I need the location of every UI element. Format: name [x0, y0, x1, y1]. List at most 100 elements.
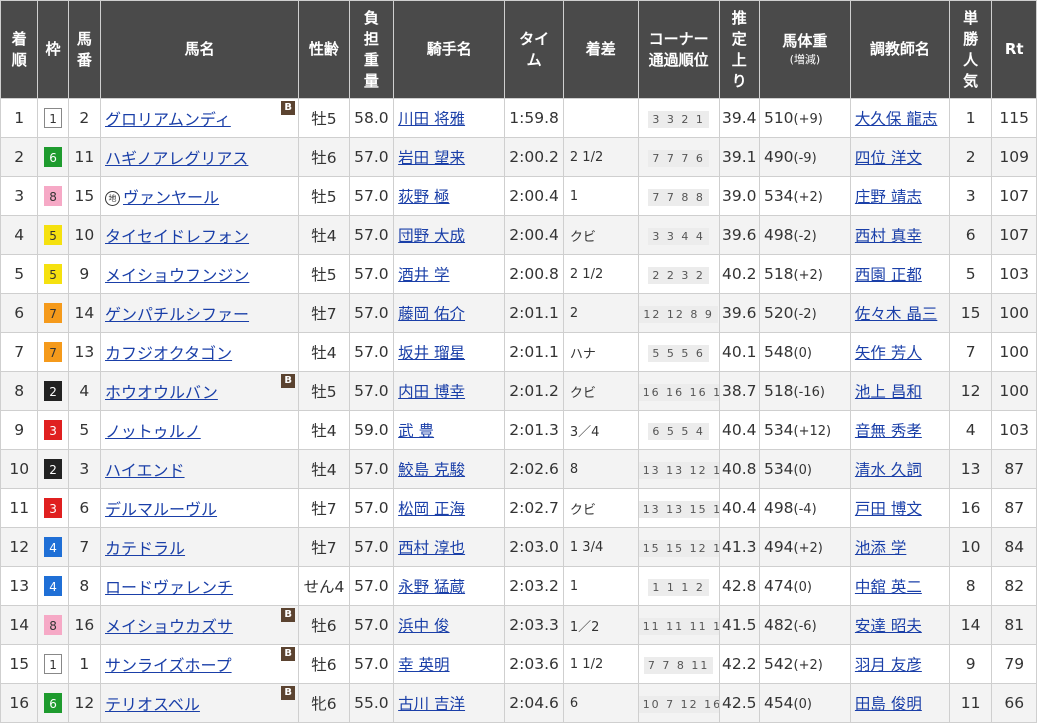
- trainer-link[interactable]: 音無 秀孝: [855, 422, 922, 440]
- waku-cell: 7: [37, 332, 69, 372]
- waku-badge: 7: [44, 342, 63, 362]
- jockey-link[interactable]: 酒井 学: [398, 266, 449, 284]
- jockey-link[interactable]: 永野 猛蔵: [398, 578, 465, 596]
- horse-name-link[interactable]: タイセイドレフォン: [105, 227, 249, 246]
- jockey-link[interactable]: 西村 淳也: [398, 539, 465, 557]
- rank-cell: 13: [0, 566, 39, 606]
- body-weight-cell: 498(-4): [758, 488, 851, 528]
- sex-age-cell: 牡4: [298, 410, 350, 450]
- jockey-link[interactable]: 内田 博幸: [398, 383, 465, 401]
- trainer-link[interactable]: 大久保 龍志: [855, 110, 937, 128]
- jockey-link[interactable]: 荻野 極: [398, 188, 449, 206]
- horse-name-link[interactable]: ゲンパチルシファー: [105, 305, 249, 324]
- jockey-link[interactable]: 川田 将雅: [398, 110, 465, 128]
- margin-cell: クビ: [562, 488, 639, 528]
- waku-badge: 7: [44, 303, 63, 323]
- table-row: 10 2 3 ハイエンド 牡4 57.0 鮫島 克駿 2:02.6 8 13 1…: [0, 449, 1037, 489]
- trainer-link[interactable]: 戸田 博文: [855, 500, 922, 518]
- horse-name-link[interactable]: テリオスベル: [105, 695, 200, 714]
- horse-name-link[interactable]: ヴァンヤール: [123, 188, 219, 207]
- jockey-link[interactable]: 幸 英明: [398, 656, 449, 674]
- horse-name-link[interactable]: メイショウカズサ: [105, 617, 233, 636]
- horse-name-link[interactable]: メイショウフンジン: [105, 266, 249, 285]
- trainer-cell: 矢作 芳人: [849, 332, 950, 372]
- table-row: 15 1 1 サンライズホープ B 牡6 57.0 幸 英明 2:03.6 1 1…: [0, 644, 1037, 684]
- waku-badge: 2: [44, 381, 63, 401]
- header-jockey: 騎手名: [393, 0, 506, 99]
- time-cell: 1:59.8: [504, 98, 564, 138]
- umaban-cell: 11: [67, 137, 102, 177]
- sex-age-cell: 牡4: [298, 332, 350, 372]
- horse-name-link[interactable]: サンライズホープ: [105, 656, 232, 675]
- time-cell: 2:00.8: [504, 254, 564, 294]
- trainer-link[interactable]: 四位 洋文: [855, 149, 922, 167]
- jockey-link[interactable]: 浜中 俊: [398, 617, 449, 635]
- header-corner: コーナー 通過順位: [637, 0, 720, 99]
- trainer-link[interactable]: 西村 真幸: [855, 227, 922, 245]
- jockey-link[interactable]: 松岡 正海: [398, 500, 465, 518]
- corner-positions: 7 7 8 11: [643, 656, 714, 674]
- margin-cell: 1: [562, 176, 639, 216]
- horse-name-link[interactable]: カテドラル: [105, 539, 185, 558]
- trainer-cell: 西村 真幸: [849, 215, 950, 255]
- jockey-link[interactable]: 鮫島 克駿: [398, 461, 465, 479]
- rating-cell: 103: [991, 254, 1037, 294]
- weight-carried-cell: 58.0: [348, 98, 395, 138]
- waku-cell: 1: [37, 644, 69, 684]
- horse-name-link[interactable]: ロードヴァレンチ: [105, 578, 233, 597]
- popularity-cell: 11: [948, 683, 993, 723]
- jockey-link[interactable]: 岩田 望来: [398, 149, 465, 167]
- waku-cell: 2: [37, 371, 69, 411]
- umaban-cell: 2: [67, 98, 102, 138]
- margin-cell: 1: [562, 566, 639, 606]
- popularity-cell: 7: [948, 332, 993, 372]
- horse-name-link[interactable]: カフジオクタゴン: [105, 344, 232, 363]
- waku-cell: 4: [37, 527, 69, 567]
- margin-cell: 2: [562, 293, 639, 333]
- waku-cell: 3: [37, 410, 69, 450]
- body-weight-value: 482: [763, 616, 794, 634]
- waku-badge: 1: [44, 654, 63, 674]
- sex-age-cell: 牡5: [298, 176, 350, 216]
- horse-name-cell: グロリアムンディ B: [100, 98, 300, 138]
- body-weight-cell: 518(-16): [758, 371, 851, 411]
- trainer-link[interactable]: 佐々木 晶三: [855, 305, 937, 323]
- last3f-cell: 40.4: [718, 410, 760, 450]
- table-row: 14 8 16 メイショウカズサ B 牡6 57.0 浜中 俊 2:03.3 1／…: [0, 605, 1037, 645]
- trainer-link[interactable]: 庄野 靖志: [855, 188, 922, 206]
- sex-age-cell: 牝6: [298, 683, 350, 723]
- trainer-link[interactable]: 矢作 芳人: [855, 344, 922, 362]
- trainer-link[interactable]: 清水 久詞: [855, 461, 922, 479]
- corner-positions: 10 7 12 16: [639, 695, 719, 713]
- horse-name-link[interactable]: ハギノアレグリアス: [105, 149, 248, 168]
- last3f-cell: 40.8: [718, 449, 760, 489]
- corner-cell: 2 2 3 2: [637, 254, 720, 294]
- local-horse-mark: 地: [105, 191, 121, 206]
- trainer-link[interactable]: 池上 昌和: [855, 383, 922, 401]
- trainer-link[interactable]: 田島 俊明: [855, 695, 922, 713]
- horse-name-link[interactable]: ノットゥルノ: [105, 422, 201, 441]
- rank-cell: 12: [0, 527, 39, 567]
- trainer-link[interactable]: 池添 学: [855, 539, 906, 557]
- body-weight-diff: (+12): [793, 424, 832, 439]
- corner-cell: 16 16 16 14: [637, 371, 720, 411]
- corner-positions: 11 11 11 11: [639, 617, 719, 635]
- jockey-link[interactable]: 古川 吉洋: [398, 695, 465, 713]
- popularity-cell: 9: [948, 644, 993, 684]
- time-cell: 2:00.2: [504, 137, 564, 177]
- popularity-cell: 1: [948, 98, 993, 138]
- jockey-link[interactable]: 坂井 瑠星: [398, 344, 465, 362]
- jockey-link[interactable]: 団野 大成: [398, 227, 465, 245]
- horse-name-link[interactable]: ホウオウルバン: [105, 383, 218, 402]
- margin-cell: 6: [562, 683, 639, 723]
- horse-name-link[interactable]: デルマルーヴル: [105, 500, 217, 519]
- trainer-link[interactable]: 中舘 英二: [855, 578, 922, 596]
- trainer-link[interactable]: 安達 昭夫: [855, 617, 922, 635]
- jockey-link[interactable]: 藤岡 佑介: [398, 305, 465, 323]
- horse-name-link[interactable]: グロリアムンディ: [105, 110, 231, 129]
- jockey-link[interactable]: 武 豊: [398, 422, 434, 440]
- trainer-link[interactable]: 西園 正都: [855, 266, 922, 284]
- waku-badge: 6: [44, 693, 63, 713]
- trainer-link[interactable]: 羽月 友彦: [855, 656, 922, 674]
- horse-name-link[interactable]: ハイエンド: [105, 461, 185, 480]
